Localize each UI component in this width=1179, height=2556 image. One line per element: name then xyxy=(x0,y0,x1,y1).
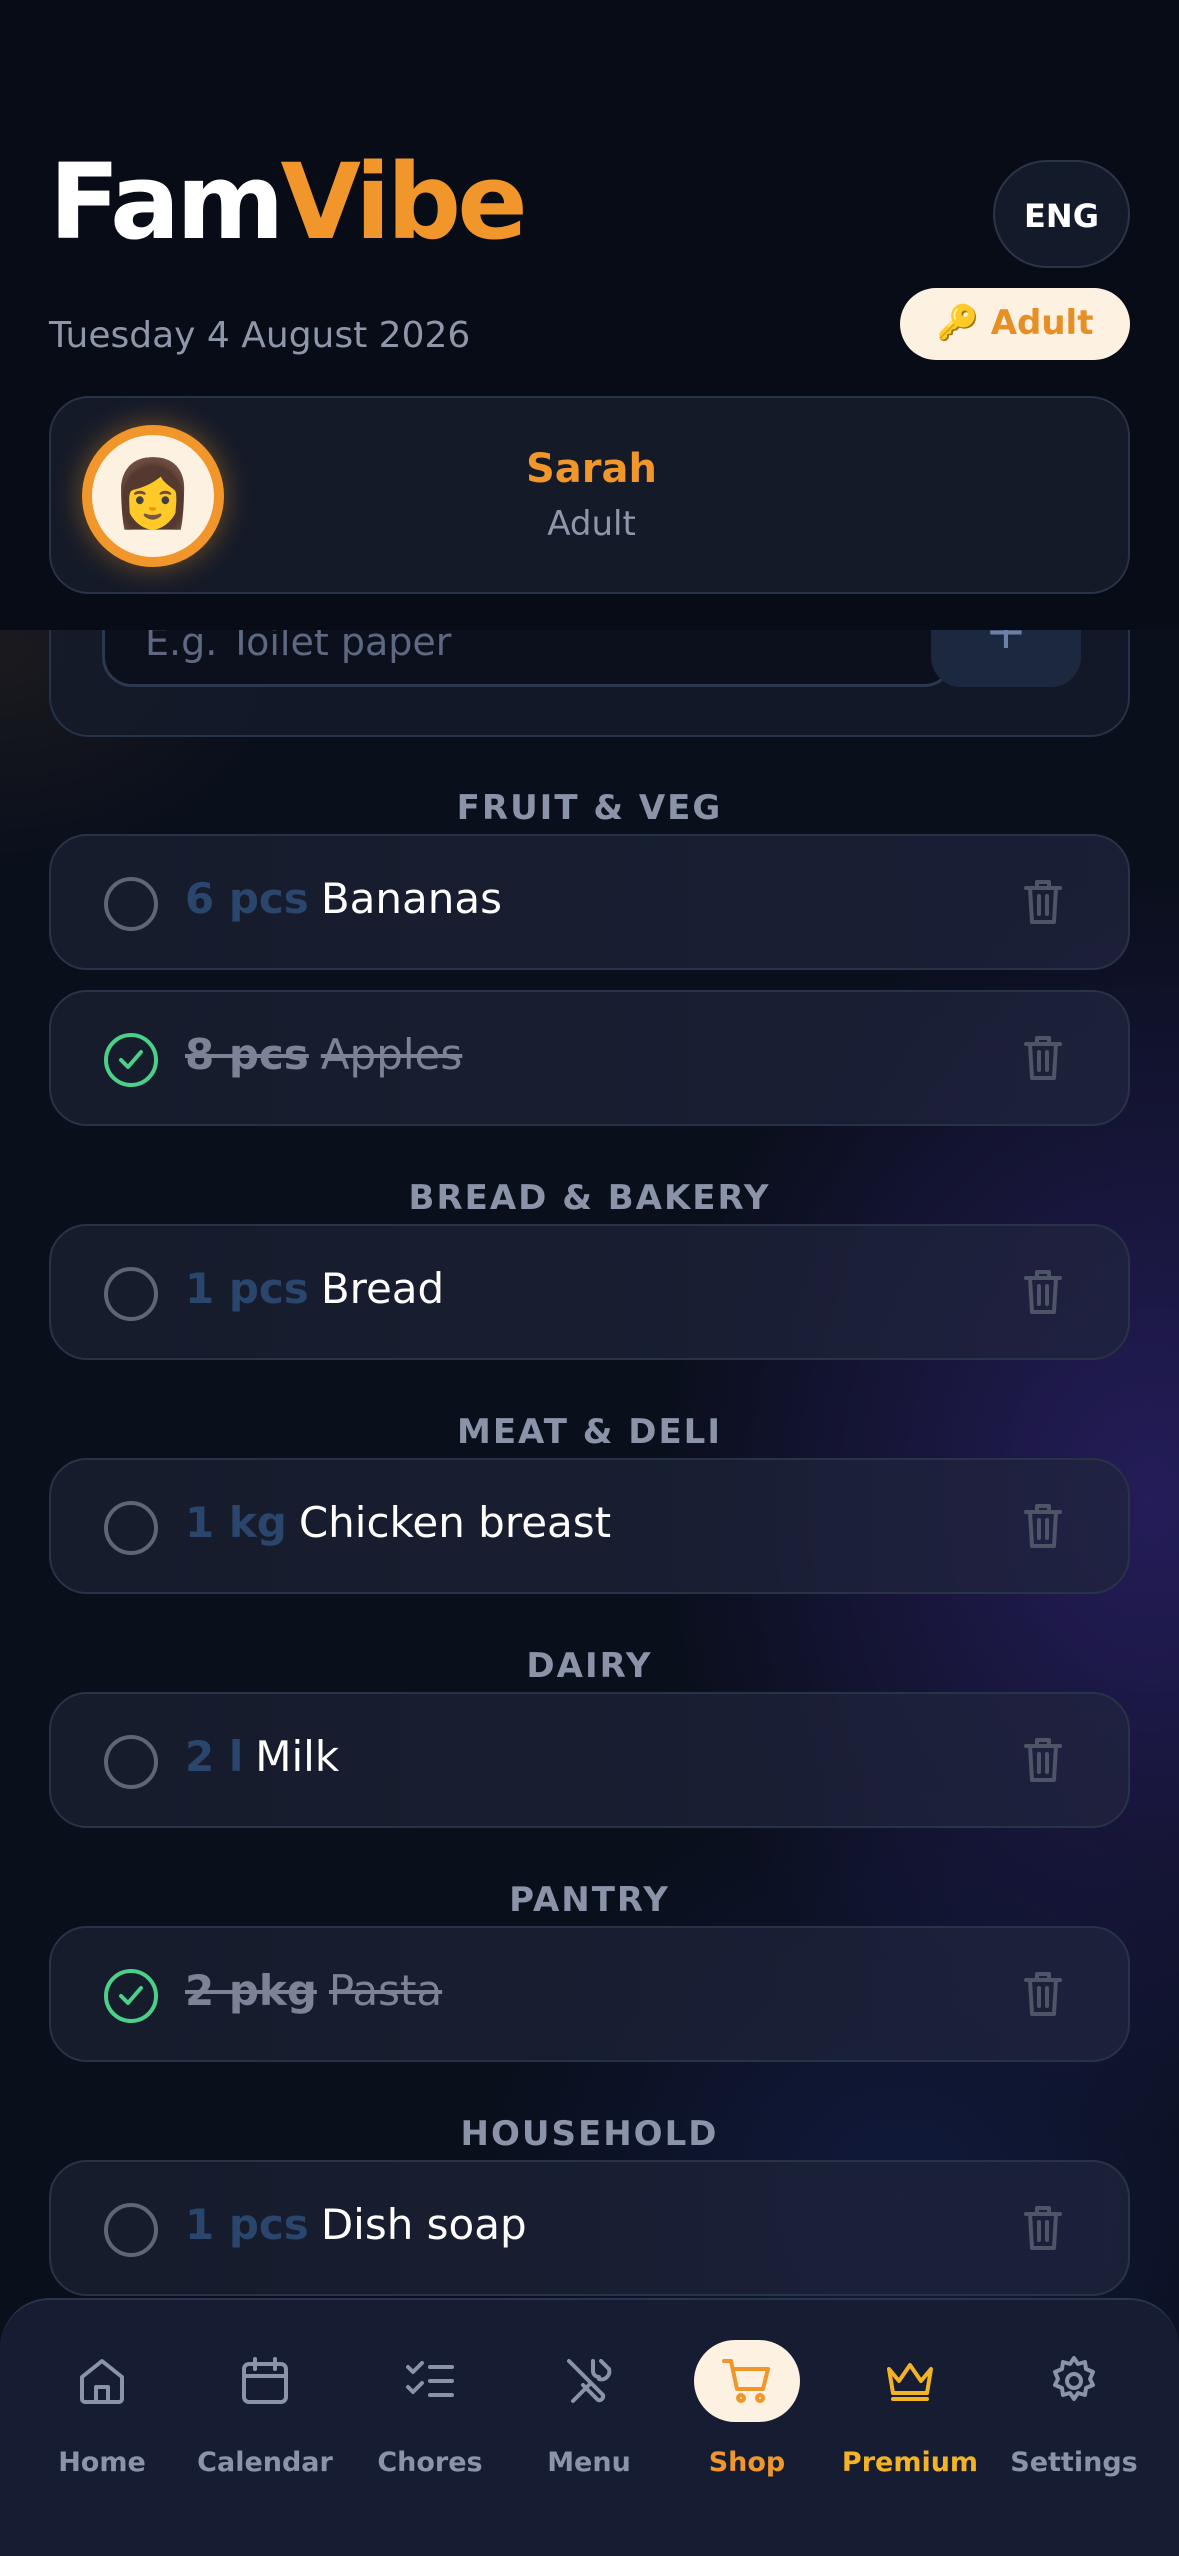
crown-icon xyxy=(887,2363,933,2401)
item-checkbox-checked[interactable] xyxy=(104,1033,158,1087)
nav-label: Calendar xyxy=(197,2447,333,2478)
item-quantity: 2 pkg xyxy=(185,1966,317,2015)
trash-icon[interactable] xyxy=(1023,1502,1063,1550)
nav-menu[interactable]: Menu xyxy=(509,2340,669,2520)
nav-shop[interactable]: Shop xyxy=(667,2340,827,2520)
item-quantity: 1 kg xyxy=(185,1498,287,1547)
bottom-nav: Home Calendar Chores Menu Shop Premium S… xyxy=(0,2298,1179,2556)
nav-label: Chores xyxy=(377,2447,483,2478)
item-checkbox[interactable] xyxy=(104,2203,158,2257)
check-icon xyxy=(119,1050,143,1069)
trash-icon[interactable] xyxy=(1023,1034,1063,1082)
list-item[interactable]: 8 pcs Apples xyxy=(49,990,1130,1126)
utensils-icon xyxy=(567,2359,612,2403)
logo-text-vibe: Vibe xyxy=(280,141,528,263)
section-title-dairy: DAIRY xyxy=(526,1646,653,1686)
item-text: 1 kg Chicken breast xyxy=(185,1498,611,1547)
section-title-household: HOUSEHOLD xyxy=(460,2114,719,2154)
item-name: Bread xyxy=(320,1264,445,1313)
app-logo: FamVibe xyxy=(49,150,528,254)
nav-calendar[interactable]: Calendar xyxy=(185,2340,345,2520)
item-quantity: 1 pcs xyxy=(185,1264,309,1313)
gear-icon xyxy=(1053,2356,1095,2401)
item-text: 2 l Milk xyxy=(185,1732,339,1781)
calendar-icon xyxy=(242,2357,288,2404)
logo-text-fam: Fam xyxy=(49,141,284,263)
list-item[interactable]: 1 pcs Bread xyxy=(49,1224,1130,1360)
item-checkbox-checked[interactable] xyxy=(104,1969,158,2023)
item-checkbox[interactable] xyxy=(104,877,158,931)
profile-card[interactable]: 👩 Sarah Adult xyxy=(49,396,1130,594)
nav-chores[interactable]: Chores xyxy=(350,2340,510,2520)
item-quantity: 2 l xyxy=(185,1732,244,1781)
list-item[interactable]: 2 pkg Pasta xyxy=(49,1926,1130,2062)
trash-icon[interactable] xyxy=(1023,1736,1063,1784)
list-item[interactable]: 6 pcs Bananas xyxy=(49,834,1130,970)
nav-label: Home xyxy=(58,2447,146,2478)
item-quantity: 8 pcs xyxy=(185,1030,309,1079)
trash-icon[interactable] xyxy=(1023,878,1063,926)
list-item[interactable]: 1 kg Chicken breast xyxy=(49,1458,1130,1594)
item-name: Chicken breast xyxy=(298,1498,612,1547)
item-text: 2 pkg Pasta xyxy=(185,1966,442,2015)
role-badge[interactable]: 🔑 Adult xyxy=(900,288,1130,360)
trash-icon[interactable] xyxy=(1023,1970,1063,2018)
list-item[interactable]: 2 l Milk xyxy=(49,1692,1130,1828)
list-item[interactable]: 1 pcs Dish soap xyxy=(49,2160,1130,2296)
item-quantity: 6 pcs xyxy=(185,874,309,923)
nav-premium[interactable]: Premium xyxy=(830,2340,990,2520)
item-checkbox[interactable] xyxy=(104,1267,158,1321)
section-title-bread-bakery: BREAD & BAKERY xyxy=(408,1178,771,1218)
nav-label: Menu xyxy=(547,2447,631,2478)
nav-settings[interactable]: Settings xyxy=(994,2340,1154,2520)
item-name: Dish soap xyxy=(320,2200,527,2249)
checklist-icon xyxy=(406,2361,454,2397)
section-title-fruit-veg: FRUIT & VEG xyxy=(456,788,723,828)
cart-icon xyxy=(722,2359,770,2403)
item-checkbox[interactable] xyxy=(104,1735,158,1789)
current-date: Tuesday 4 August 2026 xyxy=(49,315,471,356)
item-text: 1 pcs Bread xyxy=(185,1264,444,1313)
nav-label: Premium xyxy=(841,2447,979,2478)
nav-label: Shop xyxy=(708,2447,786,2478)
nav-label: Settings xyxy=(1010,2447,1138,2478)
language-button[interactable]: ENG xyxy=(993,160,1130,268)
item-text: 8 pcs Apples xyxy=(185,1030,462,1079)
trash-icon[interactable] xyxy=(1023,1268,1063,1316)
trash-icon[interactable] xyxy=(1023,2204,1063,2252)
profile-name: Sarah xyxy=(526,446,657,492)
item-text: 1 pcs Dish soap xyxy=(185,2200,527,2249)
item-text: 6 pcs Bananas xyxy=(185,874,502,923)
profile-role: Adult xyxy=(547,504,636,544)
item-name: Milk xyxy=(255,1732,340,1781)
item-name: Bananas xyxy=(320,874,502,923)
app-header: FamVibe ENG Tuesday 4 August 2026 🔑 Adul… xyxy=(0,0,1179,630)
home-icon xyxy=(80,2359,124,2404)
item-name: Apples xyxy=(320,1030,463,1079)
item-name: Pasta xyxy=(328,1966,443,2015)
section-title-pantry: PANTRY xyxy=(509,1880,670,1920)
section-title-meat-deli: MEAT & DELI xyxy=(456,1412,722,1452)
nav-home[interactable]: Home xyxy=(22,2340,182,2520)
check-icon xyxy=(119,1986,143,2005)
item-quantity: 1 pcs xyxy=(185,2200,309,2249)
item-checkbox[interactable] xyxy=(104,1501,158,1555)
